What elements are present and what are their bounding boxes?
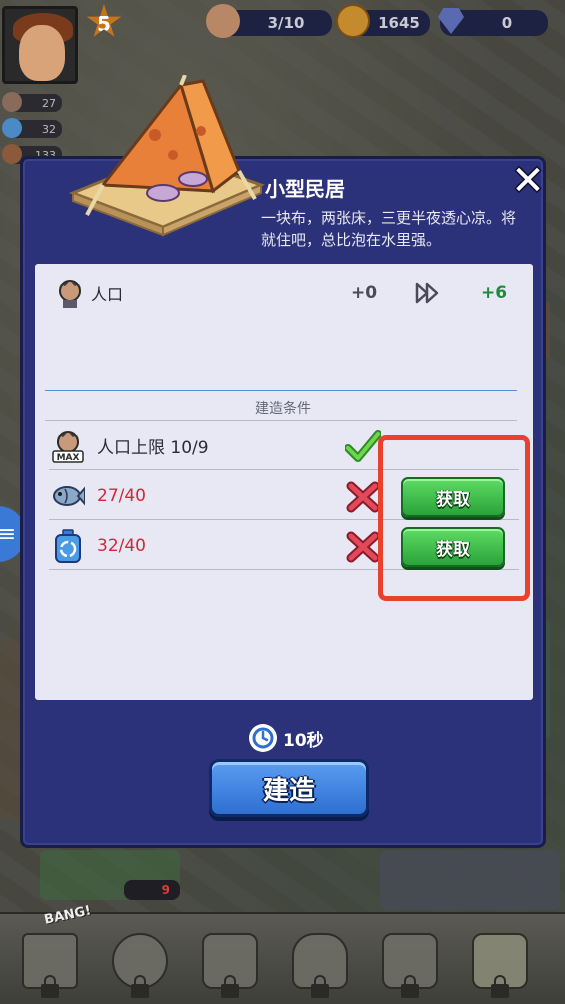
cross-icon: [346, 481, 380, 513]
survivor-max-icon: MAX: [52, 430, 84, 463]
nav-ship[interactable]: [10, 920, 90, 1002]
nav-hand[interactable]: [280, 920, 360, 1002]
fast-forward-icon: [415, 282, 439, 304]
divider: [45, 390, 517, 391]
stat-icon: [2, 118, 22, 138]
population-bonus-row: 人口 +0 +6: [55, 272, 515, 314]
survivor-icon: [206, 4, 240, 38]
clock-icon: [249, 724, 277, 752]
lock-icon: [401, 975, 419, 998]
coin-icon: [336, 4, 370, 38]
check-icon: [345, 430, 381, 462]
background-debris: [380, 850, 560, 910]
tent-illustration: [63, 74, 273, 245]
build-button[interactable]: 建造: [209, 759, 369, 817]
close-icon: ✕: [511, 158, 545, 204]
recycle-bottle-icon: [55, 528, 81, 563]
gem-value: 0: [501, 14, 513, 32]
tent-icon: [68, 74, 266, 237]
lock-icon: [41, 975, 59, 998]
side-stat: 32: [2, 118, 62, 138]
population-next: +6: [481, 283, 508, 303]
build-conditions-heading: 建造条件: [255, 401, 311, 417]
side-stat: 27: [2, 92, 62, 112]
fish-icon: [53, 485, 85, 506]
cross-icon: [346, 531, 380, 563]
close-button[interactable]: ✕: [508, 158, 548, 204]
divider: [45, 420, 517, 421]
condition-text: 32/40: [97, 535, 146, 556]
bottom-navigation: [0, 912, 565, 1004]
timer-value: 10秒: [283, 730, 324, 751]
population-current: +0: [351, 283, 378, 303]
svg-text:MAX: MAX: [57, 453, 80, 463]
condition-text: 27/40: [97, 485, 146, 506]
lock-icon: [221, 975, 239, 998]
survivor-icon: [59, 280, 81, 308]
coin-value: 1645: [378, 14, 420, 32]
nav-map[interactable]: [460, 920, 540, 1002]
highlight-annotation: [378, 435, 530, 601]
condition-text: 人口上限 10/9: [97, 438, 209, 458]
stat-icon: [2, 144, 22, 164]
lock-icon: [491, 975, 509, 998]
nav-survivor[interactable]: [100, 920, 180, 1002]
building-title: 小型民居: [265, 177, 345, 201]
nav-handshake[interactable]: [370, 920, 450, 1002]
build-timer: 10秒: [249, 723, 324, 753]
player-avatar[interactable]: [2, 6, 78, 84]
stat-icon: [2, 92, 22, 112]
lock-icon: [131, 975, 149, 998]
building-info-modal: 小型民居 一块布，两张床，三更半夜透心凉。将就住吧，总比泡在水里强。 ✕ 人口 …: [20, 74, 548, 848]
signal-icon: ≡: [0, 521, 17, 547]
population-label: 人口: [91, 285, 124, 304]
nav-crates[interactable]: [190, 920, 270, 1002]
building-description: 一块布，两张床，三更半夜透心凉。将就住吧，总比泡在水里强。: [261, 209, 517, 249]
population-value: 3/10: [267, 14, 305, 32]
ground-badge: 9: [124, 880, 180, 900]
lock-icon: [311, 975, 329, 998]
